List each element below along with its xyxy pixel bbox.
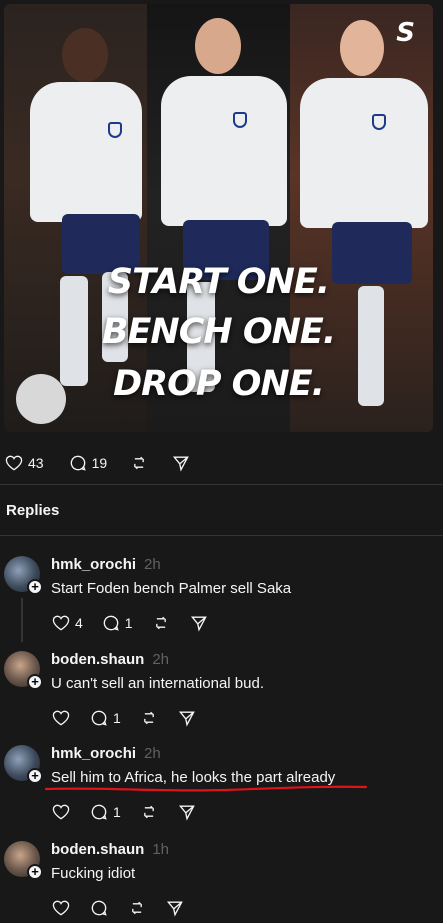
player-shirt: [161, 76, 287, 226]
repost-button[interactable]: [151, 613, 171, 633]
comment-button[interactable]: 1: [89, 708, 121, 728]
supersport-s-icon: S: [396, 18, 415, 48]
reply-username[interactable]: hmk_orochi 2h: [51, 745, 161, 762]
comment-button[interactable]: 1: [89, 802, 121, 822]
comment-button[interactable]: 1: [101, 613, 133, 633]
reply-actions: 1: [51, 708, 215, 728]
post-image[interactable]: S START ONE. BENCH ONE. DROP ONE.: [4, 4, 433, 432]
like-count: 4: [75, 615, 83, 631]
share-button[interactable]: [171, 453, 191, 473]
red-underline-annotation: [44, 785, 368, 792]
england-crest-icon: [233, 112, 247, 128]
reply-text: Fucking idiot: [51, 865, 136, 882]
send-icon: [190, 616, 207, 632]
reply-text: Start Foden bench Palmer sell Saka: [51, 580, 292, 597]
follow-plus-icon[interactable]: +: [27, 864, 43, 880]
share-button[interactable]: [189, 613, 209, 633]
headline-line-3: DROP ONE.: [113, 364, 325, 404]
send-icon: [173, 456, 189, 472]
player-head: [62, 28, 108, 82]
heart-icon: [5, 455, 23, 471]
like-button[interactable]: [51, 898, 71, 918]
reply-time: 2h: [144, 556, 161, 573]
thread-line: [21, 598, 23, 642]
comment-icon: [91, 804, 107, 820]
repost-button[interactable]: [139, 802, 159, 822]
repost-button[interactable]: [127, 898, 147, 918]
repost-button[interactable]: [139, 708, 159, 728]
repost-icon: [143, 711, 154, 725]
comment-icon: [103, 615, 119, 631]
replies-heading: Replies: [6, 502, 60, 519]
heart-icon: [52, 615, 70, 631]
reply-username[interactable]: boden.shaun 2h: [51, 651, 169, 668]
reply-item[interactable]: + hmk_orochi 2h Start Foden bench Palmer …: [0, 556, 443, 646]
send-icon: [166, 901, 183, 917]
follow-plus-icon[interactable]: +: [27, 674, 43, 690]
avatar[interactable]: +: [4, 745, 43, 784]
reply-username[interactable]: boden.shaun 1h: [51, 841, 169, 858]
share-button[interactable]: [165, 898, 185, 918]
repost-icon: [143, 805, 154, 819]
like-button[interactable]: [51, 802, 71, 822]
comment-button[interactable]: [89, 898, 109, 918]
heart-icon: [52, 804, 70, 820]
repost-icon: [134, 456, 145, 470]
reply-time: 1h: [152, 841, 170, 858]
send-icon: [178, 711, 195, 727]
reply-time: 2h: [152, 651, 170, 668]
reply-item[interactable]: + boden.shaun 1h Fucking idiot: [0, 841, 443, 921]
player-shirt: [300, 78, 428, 228]
repost-icon: [155, 616, 166, 630]
player-shirt: [30, 82, 142, 222]
england-crest-icon: [372, 114, 386, 130]
share-button[interactable]: [177, 802, 197, 822]
heart-icon: [52, 900, 70, 916]
comment-count: 19: [91, 455, 108, 471]
post-actions: 43 19: [4, 453, 209, 473]
avatar[interactable]: +: [4, 651, 43, 690]
headline-line-2: BENCH ONE.: [101, 312, 336, 352]
reply-actions: [51, 898, 203, 918]
divider: [0, 535, 443, 536]
comment-icon: [70, 455, 86, 471]
comment-count: 1: [124, 615, 133, 631]
reply-actions: 4 1: [51, 613, 227, 633]
like-button[interactable]: 4: [51, 613, 83, 633]
like-button[interactable]: 43: [4, 453, 44, 473]
player-head: [195, 18, 241, 74]
share-button[interactable]: [177, 708, 197, 728]
heart-icon: [52, 710, 70, 726]
comment-icon: [91, 900, 107, 916]
divider: [0, 484, 443, 485]
reply-time: 2h: [144, 745, 161, 762]
reply-username[interactable]: hmk_orochi 2h: [51, 556, 161, 573]
like-count: 43: [28, 455, 44, 471]
repost-button[interactable]: [129, 453, 149, 473]
reply-actions: 1: [51, 802, 215, 822]
send-icon: [178, 805, 195, 821]
comment-count: 1: [113, 710, 121, 726]
follow-plus-icon[interactable]: +: [27, 579, 43, 595]
avatar[interactable]: +: [4, 556, 43, 595]
england-crest-icon: [108, 122, 122, 138]
follow-plus-icon[interactable]: +: [27, 768, 43, 784]
avatar[interactable]: +: [4, 841, 43, 880]
like-button[interactable]: [51, 708, 71, 728]
headline-line-1: START ONE.: [107, 262, 330, 302]
comment-count: 1: [113, 804, 121, 820]
comment-icon: [91, 710, 107, 726]
reply-item[interactable]: + boden.shaun 2h U can't sell an internat…: [0, 651, 443, 736]
player-head: [340, 20, 384, 76]
reply-text: U can't sell an international bud.: [51, 675, 264, 692]
comment-button[interactable]: 19: [68, 453, 108, 473]
repost-icon: [132, 901, 142, 915]
